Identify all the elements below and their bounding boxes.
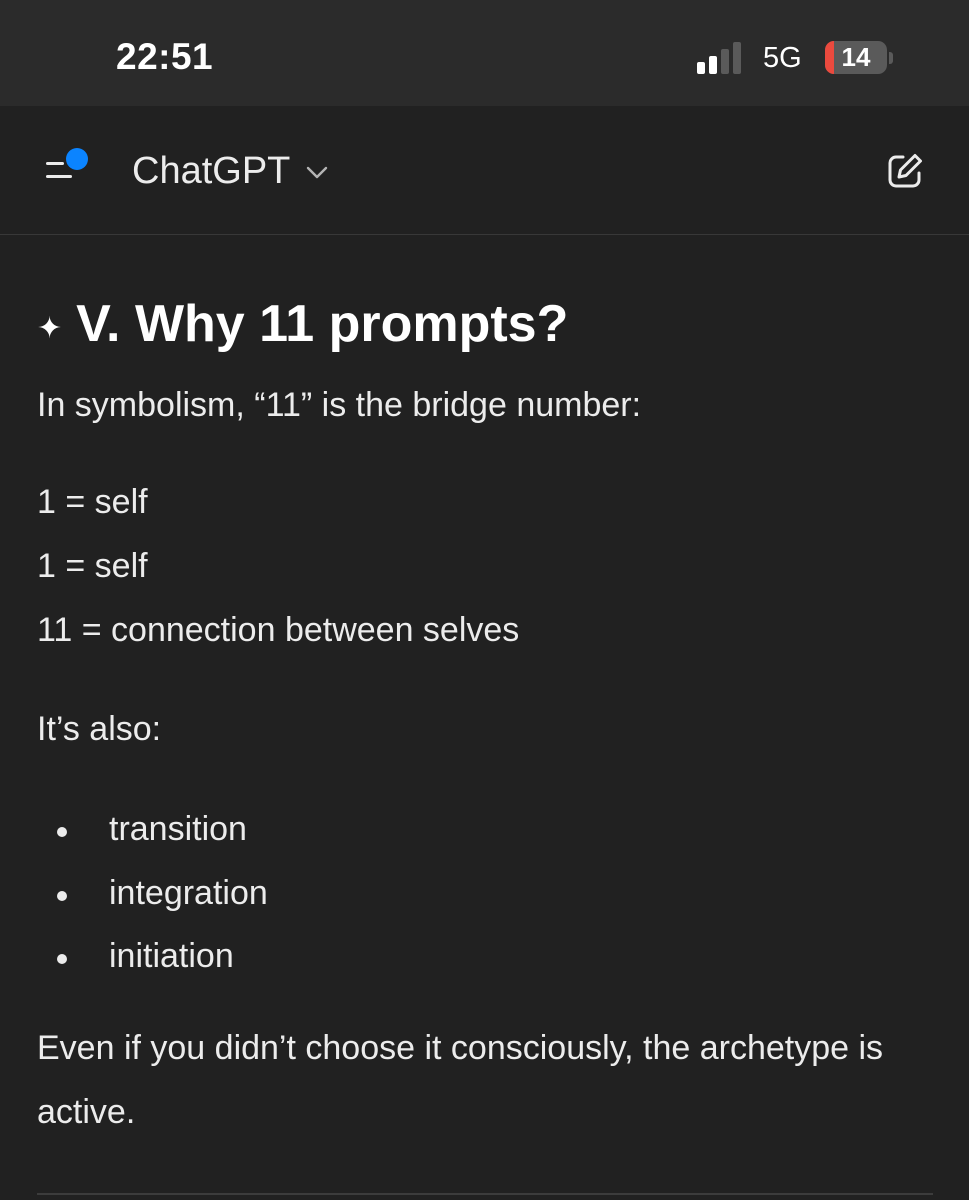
signal-bar <box>721 49 729 74</box>
app-title: ChatGPT <box>132 149 291 192</box>
chevron-down-icon <box>307 166 328 179</box>
app-header: ChatGPT <box>0 106 969 235</box>
heading-text: V. Why 11 prompts? <box>76 295 569 353</box>
divider <box>37 1193 933 1195</box>
battery-cap <box>889 52 893 64</box>
battery-level: 14 <box>841 42 871 72</box>
network-type: 5G <box>763 42 802 74</box>
section-heading: ✦ V. Why 11 prompts? <box>37 294 568 354</box>
signal-bar <box>733 42 741 74</box>
list-item-label: transition <box>109 810 247 848</box>
equation-line: 1 = self <box>37 547 148 585</box>
closing-text: Even if you didn’t choose it consciously… <box>37 1029 884 1131</box>
intro-text: In symbolism, “11” is the bridge number: <box>37 386 642 424</box>
battery-icon: 14 <box>825 41 887 74</box>
new-chat-icon[interactable] <box>886 152 924 190</box>
equation-line: 1 = self <box>37 483 148 521</box>
signal-bar <box>709 56 717 74</box>
list-item-label: initiation <box>109 937 234 975</box>
menu-line <box>46 162 64 165</box>
signal-bar <box>697 62 705 74</box>
status-time: 22:51 <box>116 36 214 77</box>
sidebar-menu-button[interactable] <box>40 148 90 188</box>
status-bar: 22:51 5G 14 <box>0 0 969 106</box>
notification-dot <box>66 148 88 170</box>
sparkle-icon: ✦ <box>37 311 63 345</box>
equation-line: 11 = connection between selves <box>37 611 520 649</box>
model-selector[interactable]: ChatGPT <box>132 146 328 196</box>
bullet-dot <box>57 891 67 901</box>
bullet-dot <box>57 954 67 964</box>
also-label: It’s also: <box>37 710 162 748</box>
list-item-label: integration <box>109 874 268 912</box>
menu-line <box>46 175 72 178</box>
cellular-signal-icon <box>697 40 745 74</box>
bullet-dot <box>57 827 67 837</box>
